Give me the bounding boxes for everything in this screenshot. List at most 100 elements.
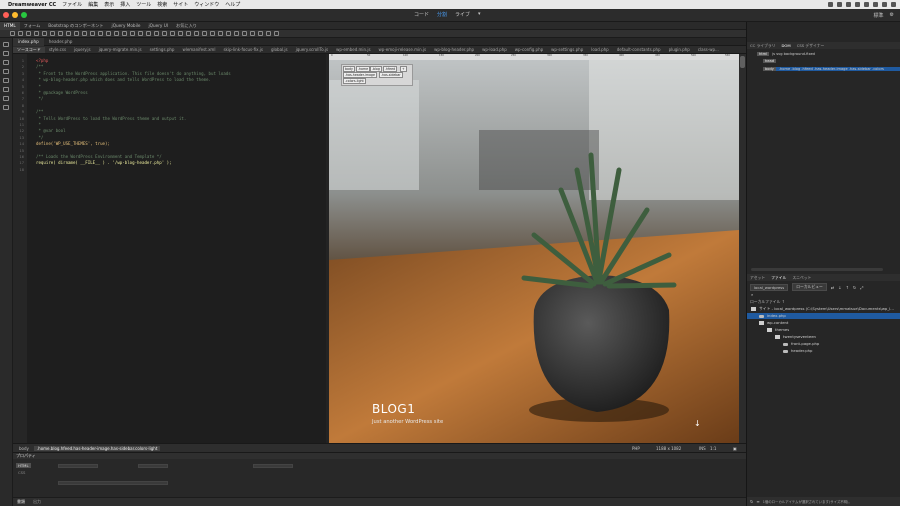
panel-splitter[interactable]	[751, 268, 883, 271]
live-view[interactable]: 0 50 100 150 200 250 300 350 400 450 500 550	[329, 54, 739, 443]
insert-tab-favorites[interactable]: お気に入り	[172, 22, 201, 30]
format-source-icon[interactable]	[3, 69, 9, 74]
tab-document[interactable]: 書類	[13, 499, 29, 505]
file-tree-header-php[interactable]: header.php	[747, 348, 900, 354]
doc-tab-index[interactable]: index.php	[13, 37, 44, 46]
tag-selector-body[interactable]: body	[19, 446, 29, 451]
insert-image-icon[interactable]	[18, 31, 23, 36]
menu-item-edit[interactable]: 編集	[88, 1, 98, 8]
site-title[interactable]: BLOG1	[372, 402, 415, 416]
related-file[interactable]: wp-blog-header.php	[430, 47, 478, 52]
properties-format-field[interactable]	[58, 464, 98, 468]
code-line[interactable]: */	[36, 135, 43, 140]
dom-node-body[interactable]: body .home .blog .hfeed .has-header-image…	[763, 67, 900, 71]
file-open-icon[interactable]	[3, 42, 9, 47]
chat-icon[interactable]	[846, 2, 851, 7]
window-size-select[interactable]: 1188 x 1082	[656, 446, 681, 451]
insert-table-icon[interactable]	[42, 31, 47, 36]
menu-item-tools[interactable]: ツール	[136, 1, 151, 8]
dropbox-icon[interactable]	[828, 2, 833, 7]
menu-item-window[interactable]: ウィンドウ	[194, 1, 219, 8]
put-files-icon[interactable]: ↑	[846, 285, 849, 290]
files-search-icon[interactable]: ⌕	[751, 292, 753, 297]
related-file-source[interactable]: ソースコード	[13, 46, 45, 53]
tab-snippets[interactable]: スニペット	[789, 275, 814, 281]
related-file[interactable]: global.js	[267, 47, 292, 52]
clock-icon[interactable]	[855, 2, 860, 7]
insert-tab-jquery-ui[interactable]: jQuery UI	[145, 22, 173, 30]
tab-assets[interactable]: アセット	[747, 275, 768, 281]
mode-live-button[interactable]: ライブ	[455, 11, 470, 18]
tab-dom[interactable]: DOM	[779, 43, 794, 48]
related-file[interactable]: settings.php	[146, 47, 179, 52]
insert-template-icon[interactable]	[178, 31, 183, 36]
insert-comment-icon[interactable]	[194, 31, 199, 36]
menu-item-insert[interactable]: 挿入	[120, 1, 130, 8]
code-line[interactable]: *	[36, 122, 40, 127]
insert-tab-bootstrap[interactable]: Bootstrap のコンポーネント	[44, 22, 107, 30]
insert-bootstrap-icon[interactable]	[170, 31, 175, 36]
more-options-icon[interactable]	[3, 105, 9, 110]
list-icon[interactable]	[891, 2, 896, 7]
insert-ul-icon[interactable]	[58, 31, 63, 36]
insert-delete-icon[interactable]	[274, 31, 279, 36]
expand-icon[interactable]: ⤢	[860, 285, 863, 290]
code-collapse-icon[interactable]	[3, 60, 9, 65]
doc-tab-header[interactable]: header.php	[44, 38, 78, 46]
chevron-down-icon[interactable]: ▾	[478, 11, 481, 18]
code-line[interactable]: * Tells WordPress to load the WordPress …	[36, 116, 186, 121]
menu-item-site[interactable]: サイト	[173, 1, 188, 8]
insert-form-icon[interactable]	[154, 31, 159, 36]
tag-selector-classes[interactable]: .home.blog.hfeed.has-header-image.has-si…	[33, 445, 161, 451]
related-file[interactable]: wp-config.php	[511, 47, 547, 52]
insert-media-icon[interactable]	[146, 31, 151, 36]
insert-date-icon[interactable]	[258, 31, 263, 36]
code-line[interactable]: define('WP_USE_THEMES', true);	[36, 141, 110, 146]
file-tree-twentyseventeen[interactable]: twentyseventeen	[747, 334, 900, 340]
related-file[interactable]: skip-link-focus-fix.js	[219, 47, 266, 52]
log-icon[interactable]: ≡	[756, 499, 759, 504]
code-line[interactable]: <?php	[36, 58, 48, 63]
gear-icon[interactable]: ⚙	[890, 12, 894, 19]
menu-item-find[interactable]: 検索	[157, 1, 167, 8]
minimize-window-button[interactable]	[12, 12, 18, 18]
code-line[interactable]: */	[36, 96, 43, 101]
insert-script-icon[interactable]	[202, 31, 207, 36]
tab-files[interactable]: ファイル	[768, 275, 789, 281]
insert-ol-icon[interactable]	[66, 31, 71, 36]
dom-node-html[interactable]: html js svg background-fixed	[757, 52, 815, 56]
local-files-header[interactable]: ローカルファイル ↑	[750, 299, 785, 305]
wrap-tag-icon[interactable]	[3, 87, 9, 92]
insert-email-icon[interactable]	[266, 31, 271, 36]
live-view-scrollbar[interactable]	[739, 54, 746, 443]
preview-icon[interactable]: ▣	[733, 446, 737, 451]
dom-node-head[interactable]: head	[763, 59, 779, 63]
insert-header-icon[interactable]	[90, 31, 95, 36]
related-file[interactable]: jquery.scrollTo.js	[292, 47, 332, 52]
file-management-icon[interactable]	[3, 51, 9, 56]
properties-link-field[interactable]	[58, 481, 168, 485]
hud-add-class-button[interactable]: +	[400, 66, 407, 72]
related-file[interactable]: wlemanifest.xml	[178, 47, 219, 52]
element-hud[interactable]: body .home .blog .hfeed .has-header-imag…	[341, 64, 413, 86]
insert-article-icon[interactable]	[122, 31, 127, 36]
file-tree-wp-content[interactable]: wp-content	[747, 320, 900, 326]
menu-item-help[interactable]: ヘルプ	[225, 1, 240, 8]
hud-class[interactable]: .has-sidebar	[379, 72, 403, 78]
insert-paragraph-icon[interactable]	[26, 31, 31, 36]
hud-class[interactable]: .colors-light	[343, 78, 366, 84]
get-files-icon[interactable]: ↓	[838, 285, 841, 290]
insert-jquery-icon[interactable]	[162, 31, 167, 36]
document-type-select[interactable]: PHP	[632, 446, 640, 451]
scrollbar-thumb[interactable]	[740, 56, 745, 68]
insert-li-icon[interactable]	[74, 31, 79, 36]
file-tree-front-page[interactable]: front-page.php	[747, 341, 900, 347]
cloud-icon[interactable]	[837, 2, 842, 7]
insert-footer-icon[interactable]	[138, 31, 143, 36]
related-file[interactable]: load.php	[587, 47, 612, 52]
code-line[interactable]: /**	[36, 109, 43, 114]
related-file[interactable]: wp-settings.php	[547, 47, 587, 52]
code-line[interactable]: * @package WordPress	[36, 90, 87, 95]
insert-navigation-icon[interactable]	[98, 31, 103, 36]
insert-canvas-icon[interactable]	[226, 31, 231, 36]
